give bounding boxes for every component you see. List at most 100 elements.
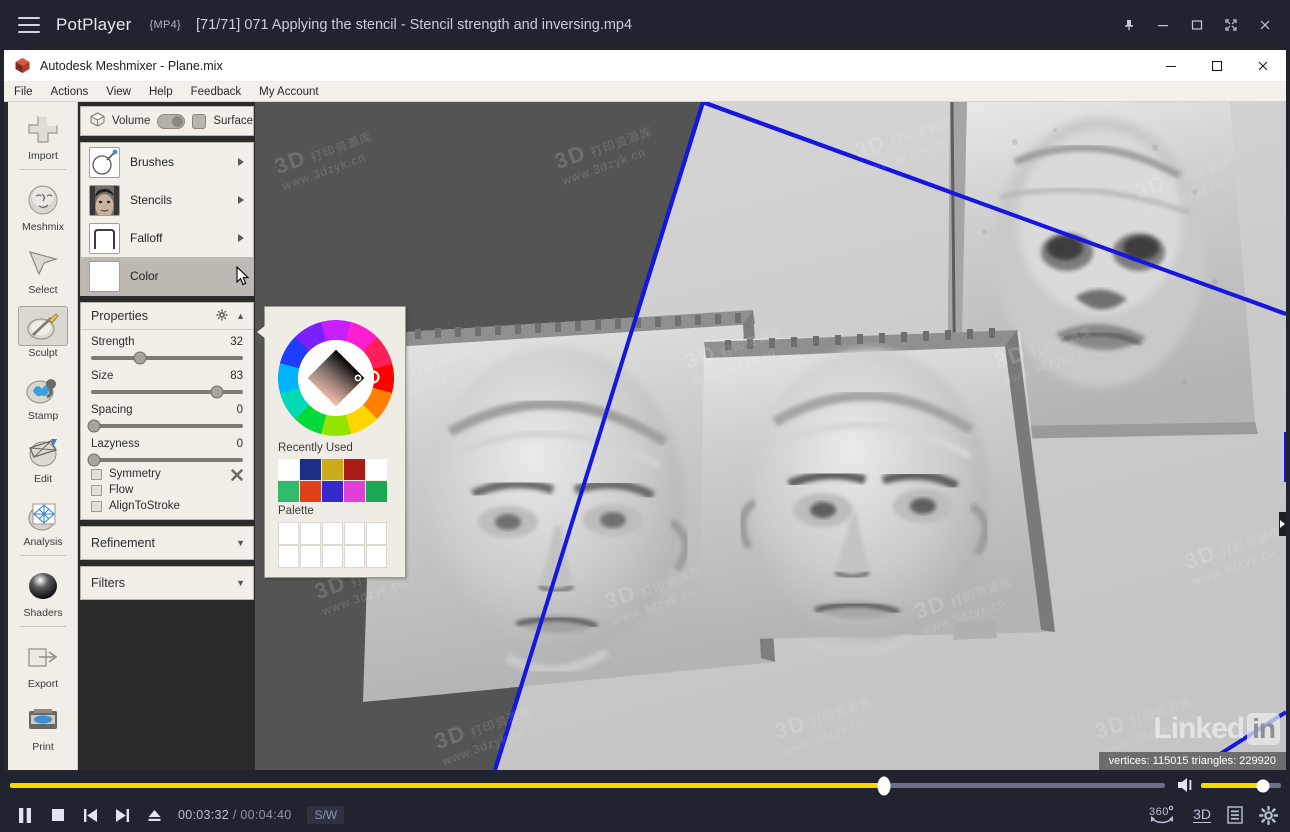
filters-title: Filters [91, 576, 126, 590]
meshmixer-minimize-icon[interactable] [1148, 50, 1194, 82]
previous-button[interactable] [80, 805, 100, 825]
volume-bar[interactable] [1201, 779, 1281, 792]
slider-size: Size 83 [81, 364, 253, 399]
palette-color-swatch-5[interactable] [278, 545, 299, 568]
menu-item-feedback[interactable]: Feedback [191, 86, 242, 98]
slider-spacing-track[interactable] [87, 419, 243, 433]
tool-meshmix[interactable]: Meshmix [8, 173, 78, 236]
palette-color-swatch-9[interactable] [366, 545, 387, 568]
recent-color-swatch-9[interactable] [366, 481, 387, 502]
tool-sculpt[interactable]: Sculpt [8, 299, 78, 362]
stop-button[interactable] [48, 805, 68, 825]
checkbox-aligntostroke[interactable]: AlignToStroke [81, 498, 253, 519]
tool-print[interactable]: Print [8, 693, 78, 756]
viewport-scroll-nub[interactable] [1279, 512, 1286, 536]
pause-button[interactable] [14, 804, 36, 826]
btn-360-icon[interactable]: 360 [1147, 804, 1177, 826]
next-button[interactable] [112, 805, 132, 825]
close-icon[interactable] [1248, 8, 1282, 42]
recent-color-swatch-5[interactable] [278, 481, 299, 502]
browser-row-falloff[interactable]: Falloff [81, 219, 253, 257]
color-picker-popup[interactable]: Recently Used Palette [257, 306, 406, 578]
tool-stamp[interactable]: Stamp [8, 362, 78, 425]
properties-header[interactable]: Properties ▲ [81, 303, 253, 330]
menu-item-view[interactable]: View [106, 86, 131, 98]
menu-item-help[interactable]: Help [149, 86, 173, 98]
recent-color-swatch-3[interactable] [344, 459, 365, 480]
expand-caret-icon[interactable]: ▼ [236, 578, 245, 588]
filters-header[interactable]: Filters ▼ [81, 567, 253, 599]
pin-icon[interactable] [1112, 8, 1146, 42]
fullscreen-icon[interactable] [1214, 8, 1248, 42]
volume-surface-toggle[interactable] [157, 113, 186, 129]
recent-color-swatch-8[interactable] [344, 481, 365, 502]
menu-item-file[interactable]: File [14, 86, 33, 98]
slider-strength-track[interactable] [91, 351, 243, 365]
toolbar-divider [19, 626, 66, 627]
refinement-header[interactable]: Refinement ▼ [81, 527, 253, 559]
checkbox-symmetry[interactable]: Symmetry [81, 466, 253, 482]
slider-spacing-knob[interactable] [87, 419, 101, 433]
seek-bar-handle[interactable] [877, 776, 891, 795]
gear-icon[interactable] [216, 309, 228, 324]
browser-row-stencils[interactable]: Stencils [81, 181, 253, 219]
palette-color-swatch-7[interactable] [322, 545, 343, 568]
hamburger-menu-icon[interactable] [18, 17, 40, 33]
gear-icon[interactable] [1259, 805, 1278, 825]
recent-color-swatch-7[interactable] [322, 481, 343, 502]
playlist-icon[interactable] [1227, 806, 1243, 824]
menu-item-my-account[interactable]: My Account [259, 86, 318, 98]
tool-import[interactable]: Import [8, 102, 78, 165]
checkbox-aligntostroke-box[interactable] [91, 500, 102, 512]
export-icon [18, 637, 68, 677]
checkbox-flow[interactable]: Flow [81, 482, 253, 498]
slider-spacing: Spacing 0 [81, 398, 253, 433]
tool-edit[interactable]: Edit [8, 425, 78, 488]
slider-lazyness: Lazyness 0 [81, 432, 253, 467]
meshmixer-close-icon[interactable] [1240, 50, 1286, 82]
maximize-icon[interactable] [1180, 8, 1214, 42]
filters-card[interactable]: Filters ▼ [80, 566, 254, 600]
eject-button[interactable] [144, 805, 164, 825]
palette-color-swatch-8[interactable] [344, 545, 365, 568]
refinement-card[interactable]: Refinement ▼ [80, 526, 254, 560]
3d-viewport[interactable]: 3D 打印资源库www.3dzyk.cn 3D 打印资源库www.3dzyk.c… [255, 102, 1286, 770]
checkbox-symmetry-box[interactable] [91, 468, 102, 480]
collapse-caret-icon[interactable]: ▲ [236, 311, 245, 321]
minimize-icon[interactable] [1146, 8, 1180, 42]
palette-color-swatch-3[interactable] [344, 522, 365, 545]
slider-lazyness-knob[interactable] [87, 453, 101, 467]
expand-caret-icon[interactable]: ▼ [236, 538, 245, 548]
recent-color-swatch-4[interactable] [366, 459, 387, 480]
volume-bar-handle[interactable] [1256, 779, 1270, 792]
slider-size-knob[interactable] [210, 385, 224, 399]
tool-select[interactable]: Select [8, 236, 78, 299]
palette-color-swatch-4[interactable] [366, 522, 387, 545]
seek-bar[interactable] [10, 776, 1165, 795]
checkbox-flow-box[interactable] [91, 484, 102, 496]
palette-color-swatch-0[interactable] [278, 522, 299, 545]
recent-color-swatch-0[interactable] [278, 459, 299, 480]
tool-export[interactable]: Export [8, 630, 78, 693]
palette-color-swatch-2[interactable] [322, 522, 343, 545]
slider-size-value: 83 [230, 370, 243, 382]
recent-color-swatch-1[interactable] [300, 459, 321, 480]
btn-3d-label[interactable]: 3D [1193, 807, 1211, 823]
color-wheel-icon[interactable] [278, 320, 394, 436]
browser-row-brushes[interactable]: Brushes [81, 143, 253, 181]
recent-color-swatch-2[interactable] [322, 459, 343, 480]
slider-strength-knob[interactable] [133, 351, 147, 365]
slider-size-track[interactable] [91, 385, 243, 399]
meshmixer-maximize-icon[interactable] [1194, 50, 1240, 82]
menu-item-actions[interactable]: Actions [51, 86, 89, 98]
sw-decoder-badge[interactable]: S/W [307, 806, 345, 824]
browser-row-color-label: Color [130, 269, 159, 283]
recent-color-swatch-6[interactable] [300, 481, 321, 502]
volume-icon[interactable] [1176, 776, 1196, 799]
palette-color-swatch-6[interactable] [300, 545, 321, 568]
tool-analysis[interactable]: Analysis [8, 488, 78, 551]
slider-lazyness-track[interactable] [87, 453, 243, 467]
tool-shaders[interactable]: Shaders [8, 559, 78, 622]
browser-row-color[interactable]: Color [81, 257, 253, 295]
palette-color-swatch-1[interactable] [300, 522, 321, 545]
